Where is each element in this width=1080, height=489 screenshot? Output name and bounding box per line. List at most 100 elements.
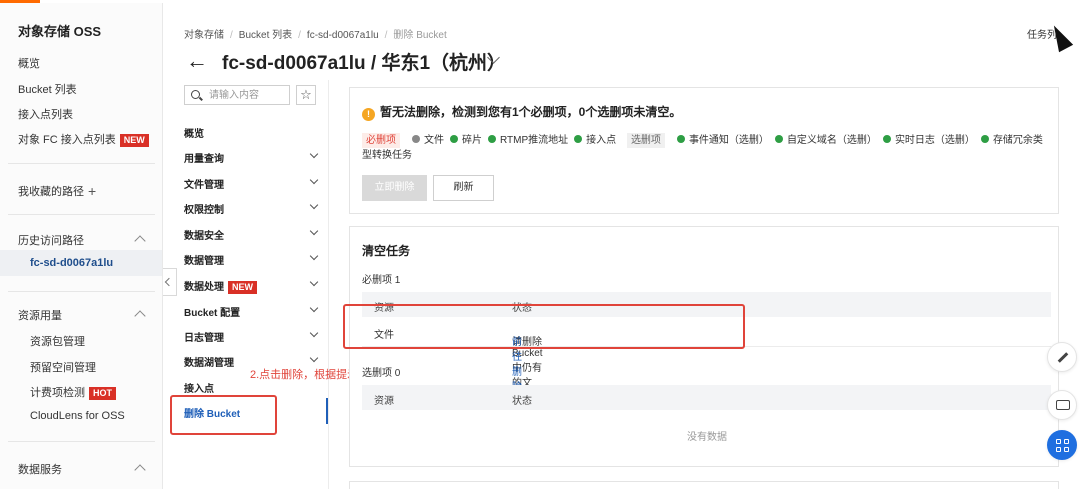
column-header-resource: 资源 (374, 396, 394, 407)
annotation-box-delete-nav (170, 395, 277, 435)
chevron-down-icon[interactable] (309, 353, 319, 363)
plus-icon[interactable]: + (88, 183, 96, 199)
must-item: 接入点 (586, 135, 617, 146)
sidebar-item-bucket-list[interactable]: Bucket 列表 (18, 81, 77, 97)
new-badge: NEW (119, 134, 149, 147)
requirement-list: 必删项 文件 碎片 RTMP推流地址 接入点 选删项 事件通知（选删） 自定义域名（选删） 实… (362, 133, 1048, 163)
breadcrumb-item[interactable]: fc-sd-d0067a1lu (307, 30, 379, 41)
nav-item-data-processing[interactable]: 数据处理 NEW (184, 278, 257, 294)
nav-item-label: 数据处理 (184, 282, 224, 293)
breadcrumb-current: 删除 Bucket (393, 30, 447, 41)
nav-item-files[interactable]: 文件管理 (184, 176, 224, 191)
sidebar-item-history-bucket[interactable]: fc-sd-d0067a1lu (0, 250, 162, 276)
main-sidebar: 对象存储 OSS 概览 Bucket 列表 接入点列表 对象 FC 接入点列表 N… (0, 3, 163, 489)
sidebar-group-resource[interactable]: 资源用量 (18, 307, 62, 323)
refresh-button[interactable]: 刷新 (433, 175, 494, 201)
annotation-box-file-row (343, 304, 745, 349)
warning-message: ! 暂无法删除，检测到您有1个必删项，0个选删项未清空。 (362, 103, 681, 121)
chevron-down-icon[interactable] (309, 149, 319, 159)
chevron-down-icon[interactable] (309, 251, 319, 261)
optional-tag: 选删项 (626, 133, 665, 148)
sidebar-item-resource-packages[interactable]: 资源包管理 (30, 333, 85, 349)
chevron-down-icon[interactable] (309, 175, 319, 185)
chevron-up-icon[interactable] (134, 235, 146, 247)
sidebar-item-overview[interactable]: 概览 (18, 55, 40, 71)
sidebar-item-reserved-space[interactable]: 预留空间管理 (30, 359, 96, 375)
sidebar-item-access-points[interactable]: 接入点列表 (18, 106, 73, 122)
pen-icon (1057, 352, 1069, 363)
chevron-up-icon[interactable] (134, 310, 146, 322)
must-item: RTMP推流地址 (500, 135, 569, 146)
back-arrow-icon[interactable]: ← (186, 48, 208, 74)
sidebar-item-label: 计费项检测 (30, 387, 85, 399)
chevron-up-icon[interactable] (134, 464, 146, 476)
sidebar-group-data-service[interactable]: 数据服务 (18, 461, 62, 477)
hot-badge: HOT (89, 387, 116, 400)
nav-item-permissions[interactable]: 权限控制 (184, 201, 224, 216)
optional-item: 自定义域名（选删） (786, 135, 877, 146)
nav-item-data-lake[interactable]: 数据湖管理 (184, 354, 234, 369)
nav-item-bucket-config[interactable]: Bucket 配置 (184, 304, 240, 319)
sidebar-divider (8, 214, 155, 215)
sidebar-title: 对象存储 OSS (18, 24, 102, 39)
favorites-label: 我收藏的路径 (18, 186, 84, 198)
breadcrumb: 对象存储 / Bucket 列表 / fc-sd-d0067a1lu / 删除 Bucket (184, 26, 447, 41)
optional-table-header: 资源 状态 (362, 385, 1051, 410)
nav-divider (328, 80, 329, 489)
next-panel (349, 481, 1059, 489)
must-item: 碎片 (462, 135, 482, 146)
optional-item: 事件通知（选删） (688, 135, 769, 146)
sidebar-item-label: 对象 FC 接入点列表 (18, 134, 116, 146)
column-header-status: 状态 (512, 396, 532, 407)
warning-icon: ! (362, 108, 375, 121)
check-icon (676, 135, 685, 143)
sidebar-divider (8, 441, 155, 442)
pending-status-icon (412, 135, 420, 143)
must-tag: 必删项 (362, 133, 400, 148)
chat-button[interactable] (1047, 390, 1077, 420)
check-icon (980, 135, 989, 143)
check-icon (882, 135, 891, 143)
apps-button[interactable] (1047, 430, 1077, 460)
empty-table-text: 没有数据 (687, 432, 727, 443)
breadcrumb-item[interactable]: 对象存储 (184, 30, 224, 41)
delete-now-button[interactable]: 立即删除 (362, 175, 427, 201)
nav-item-access-point[interactable]: 接入点 (184, 380, 214, 395)
search-icon (191, 90, 200, 99)
check-icon (774, 135, 783, 143)
nav-item-overview[interactable]: 概览 (184, 125, 204, 140)
check-icon (574, 135, 583, 143)
chevron-down-icon[interactable] (309, 200, 319, 210)
nav-search-input[interactable] (209, 88, 287, 102)
page-title: fc-sd-d0067a1lu / 华东1（杭州） (222, 53, 507, 74)
chevron-down-icon[interactable] (309, 226, 319, 236)
sidebar-group-history[interactable]: 历史访问路径 (18, 232, 84, 248)
breadcrumb-item[interactable]: Bucket 列表 (239, 30, 292, 41)
nav-item-data-management[interactable]: 数据管理 (184, 252, 224, 267)
chevron-down-icon[interactable] (309, 303, 319, 313)
sidebar-item-favorites[interactable]: 我收藏的路径 + (18, 182, 96, 199)
must-delete-title: 必删项 1 (362, 275, 401, 286)
nav-item-usage[interactable]: 用量查询 (184, 150, 224, 165)
breadcrumb-separator: / (384, 30, 388, 41)
sidebar-divider (8, 291, 155, 292)
nav-search-box (184, 85, 290, 105)
optional-item: 实时日志（选删） (894, 135, 975, 146)
nav-item-logs[interactable]: 日志管理 (184, 329, 224, 344)
favorite-star-button[interactable]: ☆ (296, 85, 316, 105)
breadcrumb-separator: / (230, 30, 233, 41)
sidebar-item-cloudlens[interactable]: CloudLens for OSS (30, 410, 125, 422)
apps-grid-icon (1056, 439, 1070, 453)
breadcrumb-separator: / (298, 30, 301, 41)
chevron-down-icon[interactable] (309, 277, 319, 287)
nav-item-data-security[interactable]: 数据安全 (184, 227, 224, 242)
chevron-down-icon[interactable] (309, 328, 319, 338)
feedback-edit-button[interactable] (1047, 342, 1077, 372)
sidebar-item-billing-check[interactable]: 计费项检测 HOT (30, 384, 116, 400)
sidebar-item-fc-access-points[interactable]: 对象 FC 接入点列表 NEW (18, 131, 149, 147)
optional-delete-title: 选删项 0 (362, 368, 401, 379)
check-icon (450, 135, 458, 143)
must-item: 文件 (424, 135, 444, 146)
warning-text: 暂无法删除，检测到您有1个必删项，0个选删项未清空。 (380, 105, 682, 119)
sidebar-collapse-handle[interactable] (163, 268, 177, 296)
